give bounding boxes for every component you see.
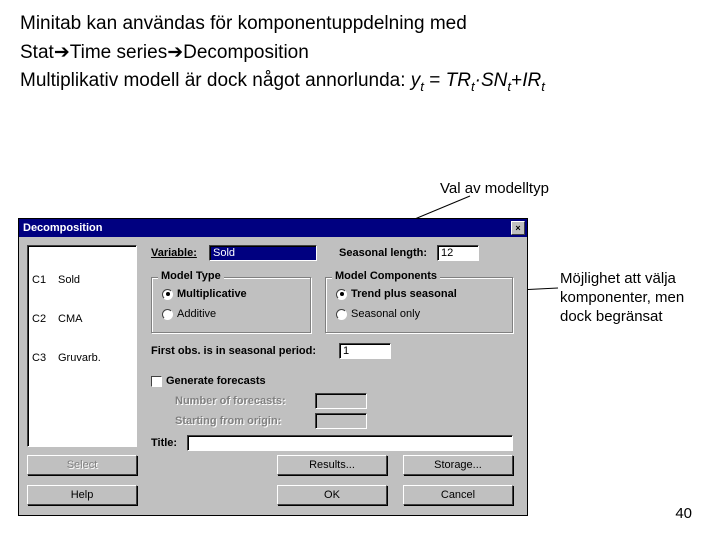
seasonal-length-label: Seasonal length:	[339, 247, 427, 259]
arrow-icon: ➔	[54, 42, 70, 63]
formula-sn: SN	[481, 70, 507, 91]
checkbox-label: Generate forecasts	[166, 375, 266, 387]
radio-icon	[162, 309, 173, 320]
radio-icon	[336, 289, 347, 300]
formula-ir: IR	[522, 70, 541, 91]
radio-icon	[162, 289, 173, 300]
model-type-legend: Model Type	[158, 270, 224, 282]
close-button[interactable]: ×	[511, 221, 525, 235]
num-forecasts-input	[315, 393, 367, 409]
model-components-legend: Model Components	[332, 270, 440, 282]
checkbox-icon	[151, 376, 162, 387]
variable-label-text: Variable:	[151, 247, 197, 259]
variable-label: Variable:	[151, 247, 197, 259]
storage-button[interactable]: Storage...	[403, 455, 513, 475]
formula-plus: +	[511, 70, 522, 91]
help-button[interactable]: Help	[27, 485, 137, 505]
dialog-titlebar[interactable]: Decomposition ×	[19, 219, 527, 237]
results-button[interactable]: Results...	[277, 455, 387, 475]
list-col-name: CMA	[58, 313, 82, 326]
nav-part-decomposition: Decomposition	[183, 42, 309, 63]
list-col-name: Sold	[58, 274, 80, 287]
slide-line-3: Multiplikativ modell är dock något annor…	[20, 67, 700, 97]
list-col-id: C1	[32, 274, 58, 287]
list-item[interactable]: C3Gruvarb.	[32, 352, 132, 365]
decomposition-dialog: Decomposition × C1Sold C2CMA C3Gruvarb. …	[18, 218, 528, 516]
arrow-icon: ➔	[167, 42, 183, 63]
num-forecasts-label: Number of forecasts:	[175, 395, 286, 407]
select-button[interactable]: Select	[27, 455, 137, 475]
first-obs-label: First obs. is in seasonal period:	[151, 345, 316, 357]
formula-y: y	[411, 70, 421, 91]
annotation-components: Möjlighet att välja komponenter, men doc…	[560, 270, 700, 326]
slide-line-2: Stat➔Time series➔Decomposition	[20, 39, 700, 68]
variable-input[interactable]: Sold	[209, 245, 317, 261]
annotation-modeltype: Val av modelltyp	[440, 180, 549, 199]
page-number: 40	[675, 505, 692, 522]
cancel-button[interactable]: Cancel	[403, 485, 513, 505]
model-components-group: Model Components Trend plus seasonal Sea…	[325, 277, 513, 333]
starting-origin-label: Starting from origin:	[175, 415, 281, 427]
radio-icon	[336, 309, 347, 320]
radio-additive[interactable]: Additive	[162, 308, 216, 320]
seasonal-length-input[interactable]: 12	[437, 245, 479, 261]
radio-label: Additive	[177, 308, 216, 320]
starting-origin-input	[315, 413, 367, 429]
formula-tr: TR	[446, 70, 471, 91]
radio-trend-seasonal[interactable]: Trend plus seasonal	[336, 288, 457, 300]
formula-sub: t	[541, 79, 545, 94]
generate-forecasts-checkbox[interactable]: Generate forecasts	[151, 375, 266, 387]
title-label: Title:	[151, 437, 177, 449]
title-input[interactable]	[187, 435, 513, 451]
model-type-group: Model Type Multiplicative Additive	[151, 277, 311, 333]
first-obs-input[interactable]: 1	[339, 343, 391, 359]
radio-seasonal-only[interactable]: Seasonal only	[336, 308, 420, 320]
formula-eq: =	[424, 70, 446, 91]
variable-listbox[interactable]: C1Sold C2CMA C3Gruvarb.	[27, 245, 137, 447]
radio-label: Seasonal only	[351, 308, 420, 320]
formula-prefix: Multiplikativ modell är dock något annor…	[20, 70, 411, 91]
close-icon: ×	[515, 223, 520, 233]
radio-multiplicative[interactable]: Multiplicative	[162, 288, 247, 300]
ok-button[interactable]: OK	[277, 485, 387, 505]
list-col-id: C3	[32, 352, 58, 365]
dialog-title: Decomposition	[23, 222, 102, 234]
nav-part-stat: Stat	[20, 42, 54, 63]
nav-part-timeseries: Time series	[70, 42, 167, 63]
list-col-id: C2	[32, 313, 58, 326]
list-col-name: Gruvarb.	[58, 352, 101, 365]
list-item[interactable]: C1Sold	[32, 274, 132, 287]
radio-label: Trend plus seasonal	[351, 288, 457, 300]
slide-line-1: Minitab kan användas för komponentuppdel…	[20, 10, 700, 39]
list-item[interactable]: C2CMA	[32, 313, 132, 326]
radio-label: Multiplicative	[177, 288, 247, 300]
